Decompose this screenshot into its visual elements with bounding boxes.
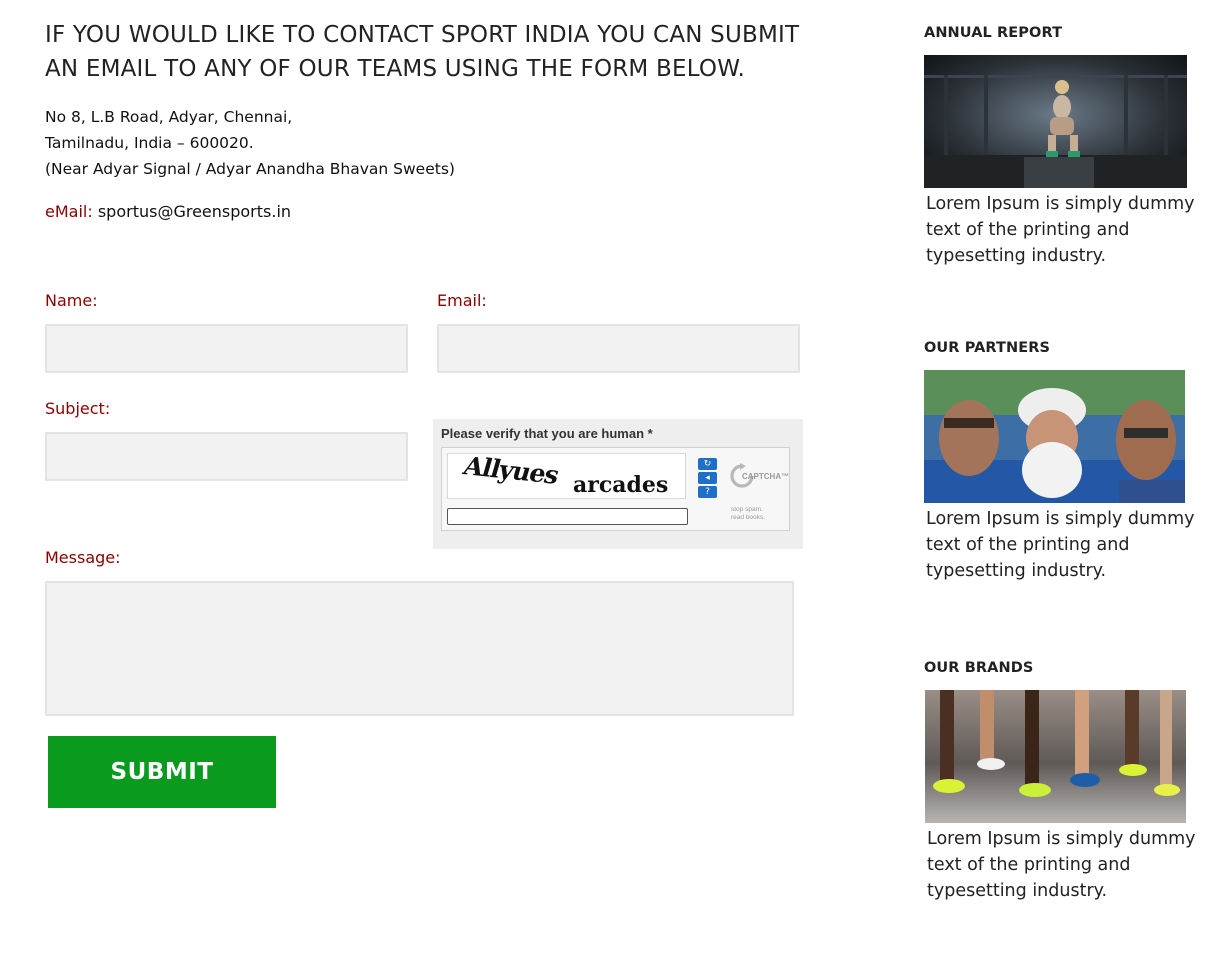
submit-button[interactable]: SUBMIT — [48, 736, 276, 808]
address-line-3: (Near Adyar Signal / Adyar Anandha Bhava… — [45, 160, 455, 178]
name-label: Name: — [45, 291, 98, 310]
athlete-box-jump-photo — [924, 55, 1187, 188]
help-icon[interactable]: ? — [698, 486, 717, 498]
sidebar-title-annual-report: ANNUAL REPORT — [924, 25, 1063, 41]
captcha-box: Allyues arcades ↻ ◂ ? CAPTCHA™ stop spam… — [441, 447, 790, 531]
contact-main: IF YOU WOULD LIKE TO CONTACT SPORT INDIA… — [0, 0, 880, 969]
captcha-logo-text: CAPTCHA™ — [742, 472, 790, 481]
our-brands-text: Lorem Ipsum is simply dummy text of the … — [927, 829, 1196, 901]
sidebar-title-our-brands: OUR BRANDS — [924, 660, 1034, 676]
audio-icon[interactable]: ◂ — [698, 472, 717, 484]
email-contact-link[interactable]: sportus@Greensports.in — [98, 202, 291, 221]
name-input[interactable] — [45, 324, 408, 373]
address-line-1: No 8, L.B Road, Adyar, Chennai, — [45, 108, 293, 126]
subject-input[interactable] — [45, 432, 408, 481]
message-textarea[interactable] — [45, 581, 794, 716]
our-partners-image[interactable] — [924, 370, 1185, 503]
email-contact-label: eMail: — [45, 202, 93, 221]
captcha-word-2: arcades — [573, 472, 669, 498]
our-partners-text: Lorem Ipsum is simply dummy text of the … — [926, 509, 1195, 581]
captcha-widget: Please verify that you are human * Allyu… — [433, 419, 803, 549]
our-brands-image[interactable] — [925, 690, 1186, 823]
sidebar-title-our-partners: OUR PARTNERS — [924, 340, 1051, 356]
captcha-image: Allyues arcades — [447, 453, 686, 499]
three-men-selfie-photo — [924, 370, 1185, 503]
captcha-tagline-2: read books. — [731, 514, 765, 521]
captcha-tagline: stop spam. read books. — [731, 506, 765, 522]
captcha-title: Please verify that you are human * — [441, 426, 653, 441]
email-input[interactable] — [437, 324, 800, 373]
annual-report-text: Lorem Ipsum is simply dummy text of the … — [926, 194, 1195, 266]
message-label: Message: — [45, 548, 121, 567]
subject-label: Subject: — [45, 399, 111, 418]
contact-email: eMail: sportus@Greensports.in — [45, 200, 291, 224]
annual-report-image[interactable] — [924, 55, 1187, 188]
address-line-2: Tamilnadu, India – 600020. — [45, 134, 254, 152]
captcha-word-1: Allyues — [460, 453, 562, 490]
email-label: Email: — [437, 291, 487, 310]
address-block: No 8, L.B Road, Adyar, Chennai, Tamilnad… — [45, 104, 455, 182]
captcha-input[interactable] — [447, 508, 688, 525]
runners-shoes-photo — [925, 690, 1186, 823]
page-heading: IF YOU WOULD LIKE TO CONTACT SPORT INDIA… — [45, 22, 800, 82]
captcha-tagline-1: stop spam. — [731, 506, 763, 513]
refresh-icon[interactable]: ↻ — [698, 458, 717, 470]
